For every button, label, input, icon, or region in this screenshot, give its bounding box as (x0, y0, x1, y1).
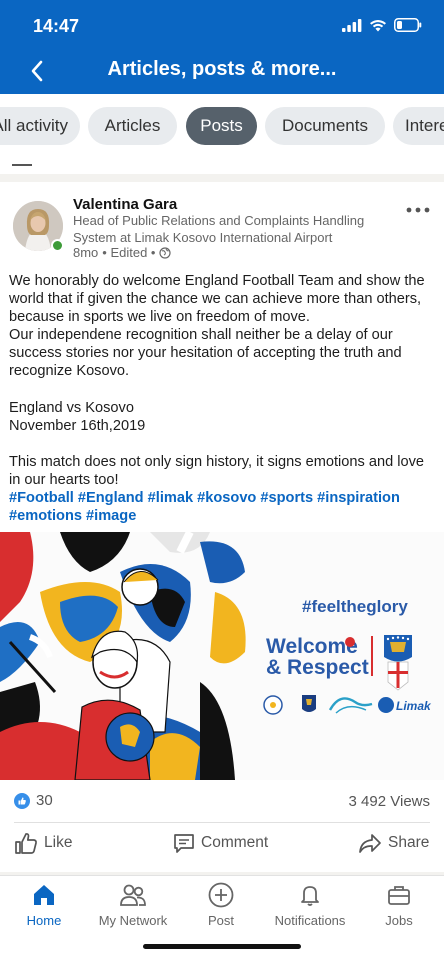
status-icons (342, 18, 422, 32)
share-button[interactable]: Share (358, 832, 429, 854)
post-paragraph: This match does not only sign history, i… (9, 453, 425, 488)
status-bar: 14:47 (0, 0, 444, 50)
nav-home-label: Home (26, 913, 62, 928)
plus-circle-icon (208, 882, 234, 908)
reaction-count[interactable]: 30 (14, 792, 53, 809)
home-indicator (143, 944, 301, 949)
nav-jobs[interactable]: Jobs (355, 882, 443, 928)
wifi-icon (370, 19, 386, 31)
people-icon (120, 884, 146, 906)
battery-icon (394, 18, 422, 32)
tab-all-activity[interactable]: All activity (0, 107, 80, 145)
nav-my-network-label: My Network (98, 913, 168, 928)
briefcase-icon (388, 886, 410, 905)
sponsor-name: Limak (396, 699, 432, 713)
divider (14, 822, 430, 823)
post-image[interactable]: #feeltheglory Welcome & Respect Limak (0, 532, 444, 780)
reaction-count-value: 30 (36, 792, 53, 809)
like-reaction-icon (14, 792, 30, 809)
post-paragraph: England vs Kosovo (9, 399, 134, 416)
post-meta: 8mo • Edited • (73, 245, 172, 260)
filter-tabs: All activity Articles Posts Documents In… (0, 94, 444, 162)
online-status-dot (51, 239, 64, 252)
nav-my-network[interactable]: My Network (89, 882, 177, 928)
kosovo-flag-crest (384, 635, 412, 691)
hashtags[interactable]: #Football #England #limak #kosovo #sport… (9, 489, 439, 525)
like-button[interactable]: Like (14, 832, 72, 854)
more-horizontal-icon (406, 207, 430, 213)
edited-label: • Edited • (102, 245, 156, 260)
nav-jobs-label: Jobs (385, 913, 413, 928)
post-paragraph: November 16th,2019 (9, 417, 146, 434)
post-stats: 30 3 492 Views (0, 782, 444, 820)
previous-post-mark (12, 164, 32, 166)
thumbs-up-icon (15, 833, 37, 854)
share-label: Share (388, 834, 430, 851)
bottom-navigation: Home My Network Post Notifications Jobs (0, 875, 444, 960)
post-image-graphic: #feeltheglory Welcome & Respect Limak (0, 532, 444, 780)
more-options-button[interactable] (406, 200, 430, 218)
image-welcome-line2: & Respect (266, 656, 369, 679)
home-icon (34, 885, 54, 905)
bell-icon (301, 886, 319, 906)
post-card: Valentina Gara Head of Public Relations … (0, 182, 444, 872)
post-paragraph: Our independene recognition shall neithe… (9, 327, 402, 380)
author-headline: Head of Public Relations and Complaints … (73, 213, 365, 245)
post-actions: Like Comment Share (0, 824, 444, 870)
nav-notifications[interactable]: Notifications (266, 882, 354, 928)
page-title: Articles, posts & more... (107, 58, 337, 80)
globe-icon (159, 246, 172, 259)
post-time: 8mo (73, 245, 99, 260)
tab-interests[interactable]: Interests (393, 107, 444, 145)
post-paragraph: We honorably do welcome England Football… (9, 273, 425, 326)
comment-icon (174, 834, 194, 853)
like-label: Like (44, 834, 73, 851)
nav-notifications-label: Notifications (274, 913, 346, 928)
author-name[interactable]: Valentina Gara (73, 196, 177, 213)
tab-documents[interactable]: Documents (265, 107, 385, 145)
tab-posts[interactable]: Posts (186, 107, 257, 145)
share-arrow-icon (359, 834, 381, 853)
comment-label: Comment (201, 834, 269, 851)
previous-post-edge (0, 162, 444, 174)
status-time: 14:47 (33, 16, 80, 36)
nav-header: Articles, posts & more... (0, 50, 444, 94)
view-count[interactable]: 3 492 Views (349, 793, 430, 810)
nav-post-label: Post (207, 913, 234, 928)
nav-post[interactable]: Post (177, 882, 265, 928)
image-tagline: #feeltheglory (302, 597, 408, 616)
comment-button[interactable]: Comment (173, 832, 268, 854)
tab-articles[interactable]: Articles (88, 107, 177, 145)
post-text: We honorably do welcome England Football… (9, 272, 439, 525)
image-welcome-line1: Welcome (266, 635, 358, 658)
limak-logo (378, 697, 394, 713)
nav-home[interactable]: Home (0, 882, 88, 928)
cellular-signal-icon (342, 18, 362, 32)
